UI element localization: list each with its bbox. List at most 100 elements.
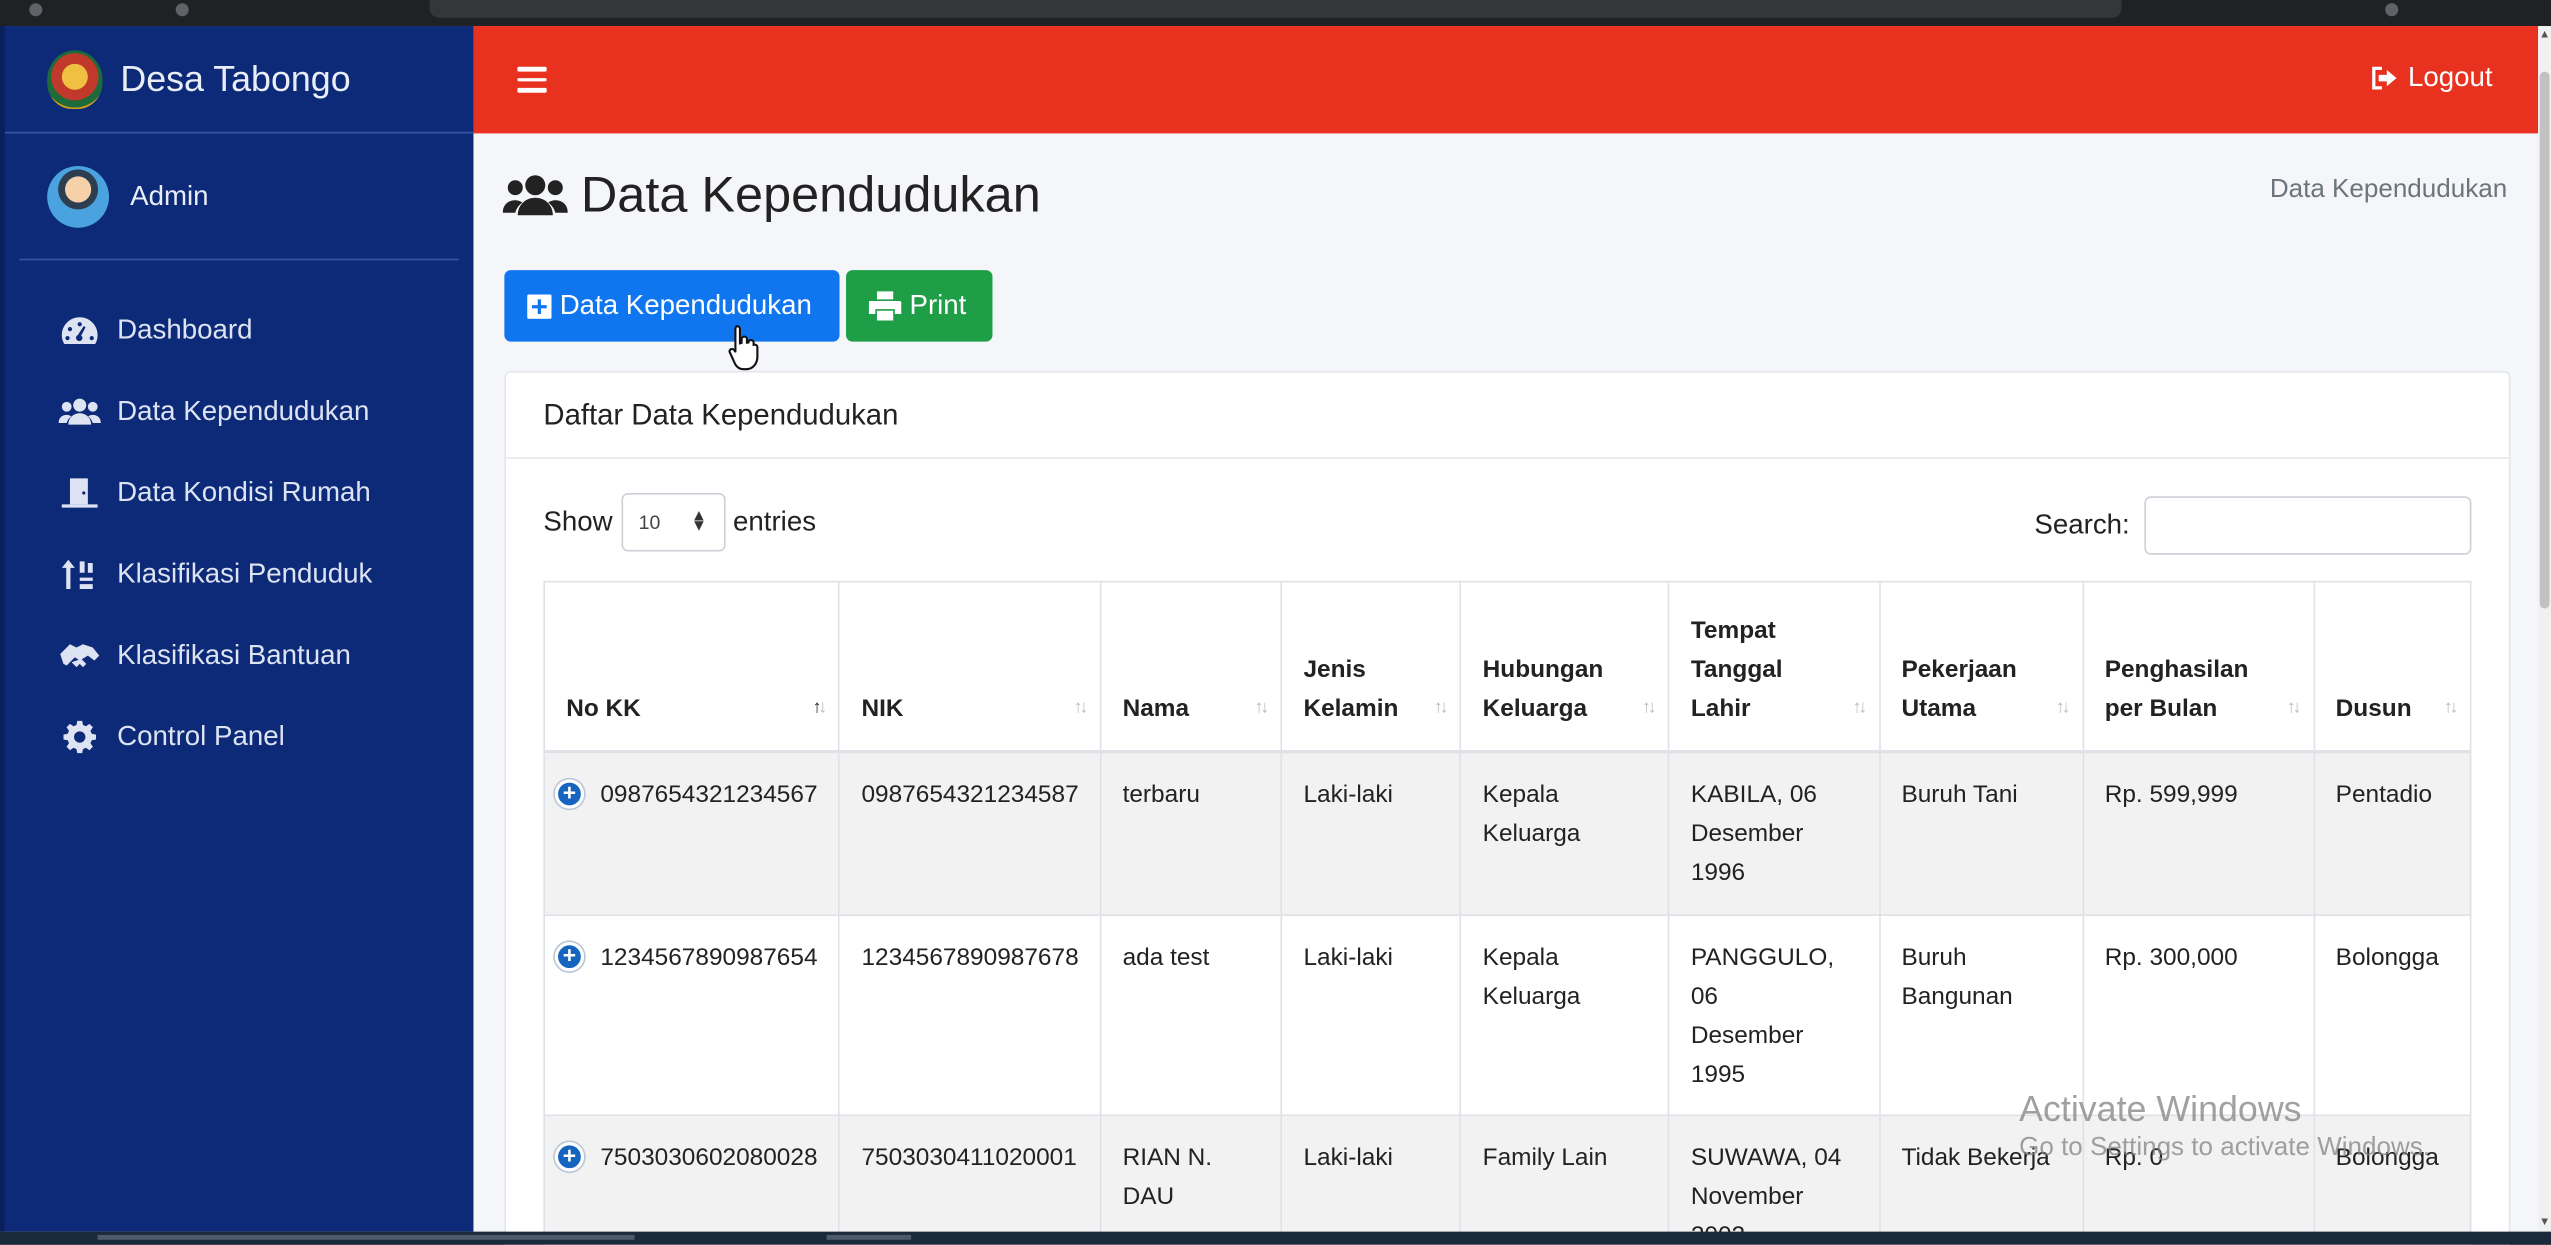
th-tempat-tanggal-lahir[interactable]: Tempat Tanggal Lahir ↑↓ — [1668, 580, 1881, 753]
cell-dusun: Bolongga — [2312, 914, 2472, 1117]
sort-icon: ↑↓ — [1254, 697, 1270, 717]
data-table: No KK ↑↓ NIK ↑↓ Nama ↑↓ Jenis Kelamin ↑↓ Hubungan… — [543, 580, 2472, 1245]
logout-button[interactable]: Logout — [2371, 62, 2493, 95]
cell-tempat-tanggal-lahir: PANGGULO, 06 Desember 1995 — [1668, 914, 1881, 1117]
sort-icon: ↑↓ — [1852, 697, 1868, 717]
cell-line: Keluarga — [1482, 819, 1581, 847]
cell-no-kk: +7503030602080028 — [543, 1114, 841, 1245]
cell-text: Rp. 0 — [2104, 1143, 2164, 1172]
cell-line: Desember — [1690, 1021, 1804, 1050]
print-label: Print — [909, 289, 967, 321]
avatar — [47, 165, 110, 227]
cell-line: Desember — [1690, 819, 1804, 847]
table-row[interactable]: +0987654321234567 0987654321234587 terbaru… — [543, 750, 2472, 917]
sidebar-item-label: Klasifikasi Penduduk — [117, 558, 373, 589]
th-penghasilan[interactable]: Penghasilan per Bulan ↑↓ — [2081, 580, 2315, 753]
table-row[interactable]: +1234567890987654 1234567890987678 ada tes… — [543, 914, 2472, 1117]
cell-penghasilan: Rp. 0 — [2081, 1114, 2315, 1245]
brand-name: Desa Tabongo — [120, 57, 351, 99]
cell-line: 1995 — [1690, 1060, 1746, 1089]
taskbar-item[interactable] — [97, 1234, 635, 1240]
cell-line: Buruh Tani — [1901, 780, 2018, 808]
scroll-up-icon[interactable]: ▲ — [2538, 29, 2551, 40]
brand[interactable]: Desa Tabongo — [4, 26, 474, 134]
cell-text: Rp. 599,999 — [2104, 780, 2238, 808]
header-label: Keluarga — [1482, 693, 1588, 722]
house-door-icon — [59, 477, 101, 510]
th-nik[interactable]: NIK ↑↓ — [838, 580, 1102, 753]
cell-hubungan-keluarga: Kepala Keluarga — [1459, 914, 1670, 1117]
sort-icon: ↑↓ — [1073, 697, 1089, 717]
cell-text: Pentadio — [2335, 780, 2433, 808]
cell-text: RIAN N. DAU — [1122, 1143, 1213, 1211]
page-header: Data Kependudukan — [502, 165, 1041, 225]
reload-icon[interactable] — [175, 3, 189, 17]
breadcrumb[interactable]: Data Kependudukan — [2270, 176, 2507, 205]
header-label: Utama — [1901, 693, 1977, 722]
length-control: Show 10 ▲ ▼ entries — [543, 492, 817, 552]
th-pekerjaan-utama[interactable]: Pekerjaan Utama ↑↓ — [1878, 580, 2084, 753]
sidebar-item-control-panel[interactable]: Control Panel — [5, 696, 474, 777]
header-label: NIK — [861, 693, 904, 722]
cell-jenis-kelamin: Laki-laki — [1280, 914, 1462, 1117]
sidebar-item-data-kondisi-rumah[interactable]: Data Kondisi Rumah — [5, 452, 474, 533]
sort-classify-icon — [59, 558, 101, 591]
print-button[interactable]: Print — [846, 270, 993, 342]
scroll-down-icon[interactable]: ▼ — [2538, 1217, 2551, 1228]
expand-row-icon[interactable]: + — [554, 1142, 585, 1172]
page-scrollbar[interactable]: ▲ ▼ — [2538, 26, 2551, 1232]
add-data-button[interactable]: Data Kependudukan — [504, 270, 840, 342]
profile-icon[interactable] — [2385, 3, 2399, 17]
cell-line: PANGGULO, 06 — [1690, 943, 1835, 1011]
cell-no-kk: +1234567890987654 — [543, 914, 841, 1117]
cell-line: 1996 — [1690, 858, 1746, 886]
cell-text: Laki-laki — [1303, 943, 1393, 972]
th-dusun[interactable]: Dusun ↑↓ — [2312, 580, 2472, 753]
sidebar-item-data-kependudukan[interactable]: Data Kependudukan — [5, 371, 474, 452]
entries-value: 10 — [638, 510, 661, 534]
cell-dusun: Pentadio — [2312, 750, 2472, 917]
expand-row-icon[interactable]: + — [554, 778, 585, 808]
th-jenis-kelamin[interactable]: Jenis Kelamin ↑↓ — [1280, 580, 1462, 753]
sidebar-item-klasifikasi-bantuan[interactable]: Klasifikasi Bantuan — [5, 615, 474, 696]
taskbar-item[interactable] — [826, 1234, 912, 1240]
cell-pekerjaan: Buruh Bangunan — [1878, 914, 2084, 1117]
sort-icon: ↑↓ — [2443, 697, 2459, 717]
entries-label: entries — [733, 505, 817, 537]
header-label: Penghasilan — [2104, 654, 2249, 683]
table-row[interactable]: +7503030602080028 7503030411020001 RIAN N.… — [543, 1114, 2472, 1245]
sort-icon: ↑↓ — [812, 697, 828, 717]
th-no-kk[interactable]: No KK ↑↓ — [543, 580, 841, 753]
cell-penghasilan: Rp. 300,000 — [2081, 914, 2315, 1117]
user-panel[interactable]: Admin — [19, 133, 459, 261]
taskbar — [0, 1231, 2551, 1245]
page-title: Data Kependudukan — [580, 165, 1041, 223]
cell-line: Family Lain — [1482, 1143, 1608, 1172]
user-name: Admin — [130, 179, 209, 211]
cell-tempat-tanggal-lahir: KABILA, 06 Desember 1996 — [1668, 750, 1881, 917]
scrollbar-thumb[interactable] — [2539, 71, 2550, 609]
cell-line: Kepala — [1482, 780, 1559, 808]
add-data-label: Data Kependudukan — [559, 289, 812, 321]
sidebar-item-klasifikasi-penduduk[interactable]: Klasifikasi Penduduk — [5, 534, 474, 615]
dashboard-icon — [59, 314, 101, 347]
brand-logo — [47, 49, 103, 109]
entries-select[interactable]: 10 ▲ ▼ — [620, 492, 725, 552]
back-icon[interactable] — [29, 3, 43, 17]
address-bar[interactable] — [429, 0, 2122, 18]
hamburger-menu-icon[interactable] — [517, 66, 547, 93]
cell-nama: ada test — [1099, 914, 1283, 1117]
expand-row-icon[interactable]: + — [554, 942, 585, 972]
search-input[interactable] — [2144, 496, 2472, 555]
th-hubungan-keluarga[interactable]: Hubungan Keluarga ↑↓ — [1459, 580, 1670, 753]
table-body: +0987654321234567 0987654321234587 terbaru… — [543, 750, 2472, 1245]
show-label: Show — [543, 505, 613, 537]
cell-hubungan-keluarga: Kepala Keluarga — [1459, 750, 1670, 917]
cell-nik: 1234567890987678 — [838, 914, 1102, 1117]
cell-jenis-kelamin: Laki-laki — [1280, 1114, 1462, 1245]
sidebar-item-dashboard[interactable]: Dashboard — [5, 290, 474, 371]
th-nama[interactable]: Nama ↑↓ — [1099, 580, 1283, 753]
cell-line: Bangunan — [1901, 982, 2013, 1011]
data-card: Daftar Data Kependudukan Show 10 ▲ ▼ entr… — [504, 370, 2511, 1245]
main-content: Data Kependudukan Data Kependudukan Data… — [473, 133, 2538, 1245]
